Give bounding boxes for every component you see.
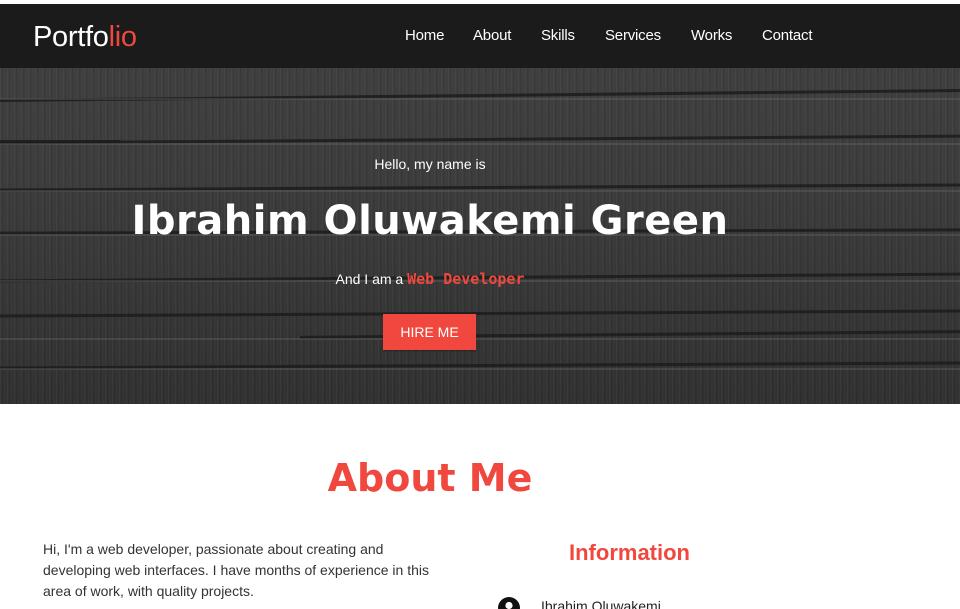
- tagline-prefix: And I am a: [335, 271, 408, 287]
- information-title: Information: [569, 540, 690, 565]
- wood-plank-line: [0, 88, 960, 103]
- tagline-role: Web Developer: [407, 270, 525, 288]
- hero-tagline: And I am a Web Developer: [0, 270, 860, 288]
- nav-services[interactable]: Services: [605, 27, 661, 44]
- logo-main: Portfo: [33, 21, 109, 53]
- wood-plank-highlight: [0, 190, 960, 192]
- hire-me-button[interactable]: HIRE ME: [383, 314, 476, 350]
- hero-section: Hello, my name is Ibrahim Oluwakemi Gree…: [0, 68, 960, 404]
- wood-plank-highlight: [0, 98, 960, 100]
- about-title: About Me: [327, 456, 533, 500]
- nav-skills[interactable]: Skills: [541, 27, 575, 44]
- user-icon: [498, 597, 520, 609]
- about-text: Hi, I'm a web developer, passionate abou…: [43, 541, 430, 599]
- logo[interactable]: Portfolio: [33, 21, 137, 54]
- nav-about[interactable]: About: [473, 27, 511, 44]
- nav-home[interactable]: Home: [405, 27, 444, 44]
- hero-name: Ibrahim Oluwakemi Green: [131, 198, 729, 244]
- hero-greeting: Hello, my name is: [374, 156, 486, 172]
- wood-plank-line: [0, 309, 960, 318]
- navbar: Portfolio Home About Skills Services Wor…: [0, 4, 960, 68]
- info-value-name: Ibrahim Oluwakemi: [541, 598, 661, 609]
- nav-works[interactable]: Works: [691, 27, 732, 44]
- wood-plank-highlight: [0, 368, 960, 370]
- nav-contact[interactable]: Contact: [762, 27, 812, 44]
- wood-plank-highlight: [0, 338, 960, 340]
- logo-accent: lio: [108, 21, 137, 53]
- wood-plank-highlight: [0, 143, 960, 145]
